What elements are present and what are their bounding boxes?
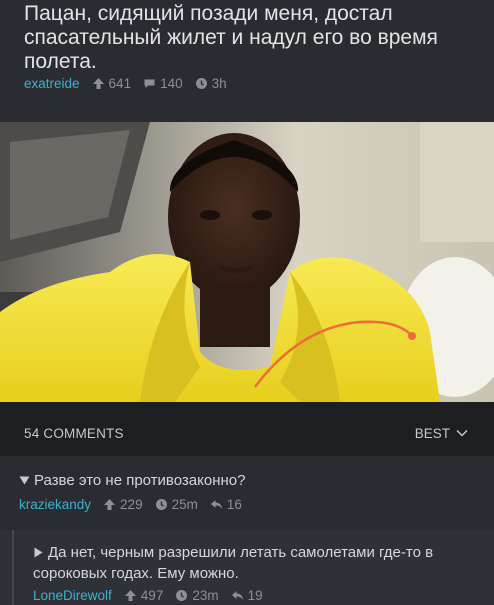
speech-bubble-icon [144, 79, 155, 88]
triangle-down-icon[interactable] [19, 475, 30, 486]
chevron-down-icon [456, 429, 468, 437]
triangle-right-icon[interactable] [33, 547, 44, 558]
reply-thread-line [12, 530, 14, 605]
comment-points: 229 [120, 497, 143, 512]
comment-reply-count: 19 [247, 588, 263, 603]
post-page: Пацан, сидящий позади меня, достал спаса… [0, 0, 494, 605]
comment-reply: Да нет, черным разрешили летать самолета… [0, 530, 494, 605]
comment-body: Разве это не противозаконно? [19, 470, 479, 491]
sort-dropdown[interactable]: BEST [415, 422, 468, 444]
reply-arrow-icon[interactable] [210, 498, 223, 511]
comment-text: Разве это не противозаконно? [34, 472, 246, 489]
comment-count-label: 54 COMMENTS [24, 426, 124, 441]
clock-icon [195, 77, 207, 89]
comment-body: Да нет, черным разрешили летать самолета… [33, 542, 473, 584]
comments-bar: 54 COMMENTS BEST [0, 402, 494, 456]
comment-author-link[interactable]: kraziekandy [19, 497, 91, 512]
post-meta: exatreide 641 140 3h [24, 74, 239, 92]
comment: Разве это не противозаконно? kraziekandy… [0, 456, 494, 530]
post-age: 3h [211, 75, 227, 91]
post-points: 641 [108, 75, 132, 91]
sort-label: BEST [414, 425, 450, 441]
comment-reply-count: 16 [226, 497, 242, 512]
comment-meta: kraziekandy 229 25m 16 [19, 497, 254, 512]
comment-author-link[interactable]: LoneDirewolf [33, 588, 112, 603]
comment-points: 497 [140, 588, 164, 603]
arrow-up-icon[interactable] [92, 77, 105, 90]
arrow-up-icon[interactable] [124, 589, 137, 602]
post-author-link[interactable]: exatreide [24, 76, 80, 91]
post-photo-illustration [0, 122, 494, 402]
reply-arrow-icon[interactable] [231, 589, 244, 602]
comment-age: 23m [192, 588, 219, 603]
post-header: Пацан, сидящий позади меня, достал спаса… [0, 0, 494, 122]
arrow-up-icon[interactable] [103, 498, 116, 511]
clock-icon [155, 499, 167, 510]
post-comment-count: 140 [160, 75, 183, 91]
comment-meta: LoneDirewolf 497 23m 19 [33, 588, 275, 603]
comment-text: Да нет, черным разрешили летать самолета… [33, 544, 434, 582]
post-image[interactable] [0, 122, 494, 402]
comment-age: 25m [171, 497, 198, 512]
clock-icon [176, 590, 188, 601]
post-title: Пацан, сидящий позади меня, достал спаса… [24, 2, 438, 73]
